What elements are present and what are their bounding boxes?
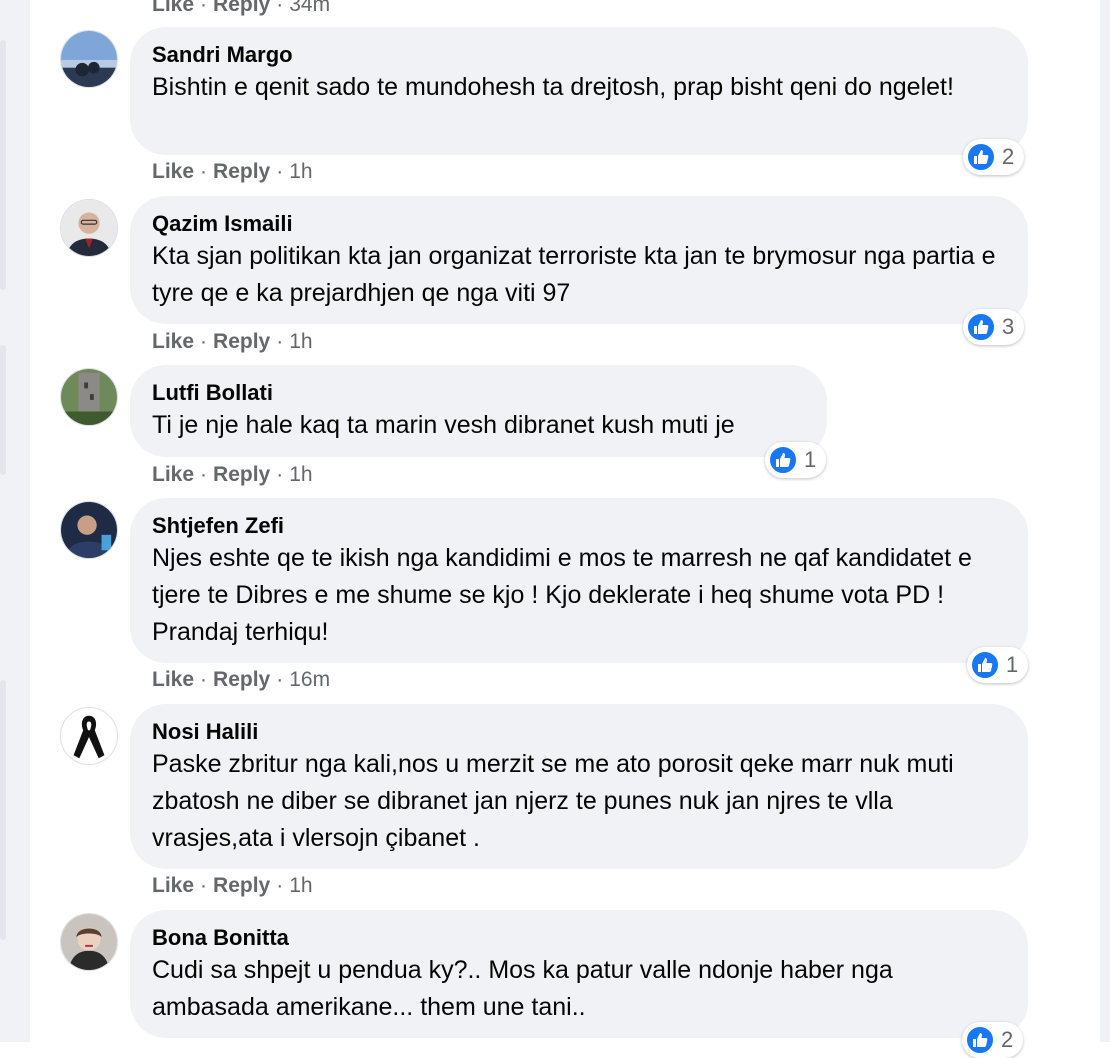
reaction-number: 1 <box>1006 652 1019 677</box>
reaction-count[interactable]: 1 <box>967 647 1029 683</box>
avatar[interactable] <box>60 707 118 765</box>
comment-actions: Like · Reply · 34m <box>152 0 330 18</box>
comment-author[interactable]: Sandri Margo <box>152 41 1006 69</box>
reaction-count[interactable]: 1 <box>765 442 827 478</box>
comment-text: Paske zbritur nga kali,nos u merzit se m… <box>152 750 961 852</box>
comment-bubble: Qazim Ismaili Kta sjan politikan kta jan… <box>130 196 1028 324</box>
reply-link[interactable]: Reply <box>213 668 270 691</box>
reply-link[interactable]: Reply <box>213 0 270 16</box>
comment-author[interactable]: Shtjefen Zefi <box>152 512 1006 540</box>
avatar[interactable] <box>60 501 118 559</box>
comment-bubble: Lutfi Bollati Ti je nje hale kaq ta mari… <box>130 365 827 457</box>
timestamp[interactable]: 16m <box>289 668 330 691</box>
like-link[interactable]: Like <box>152 160 194 183</box>
reply-link[interactable]: Reply <box>213 160 270 183</box>
comment-text: Ti je nje hale kaq ta marin vesh dibrane… <box>152 411 735 439</box>
left-edge-strip <box>0 40 6 290</box>
like-link[interactable]: Like <box>152 0 194 16</box>
comment-author[interactable]: Qazim Ismaili <box>152 210 1006 238</box>
comment-actions: Like · Reply · 1h <box>152 874 313 897</box>
left-edge-strip <box>0 680 6 940</box>
reaction-number: 2 <box>1002 144 1015 169</box>
avatar-photo <box>61 502 117 558</box>
reply-link[interactable]: Reply <box>213 874 270 897</box>
avatar[interactable] <box>60 199 118 257</box>
comment-actions: Like · Reply · 16m <box>152 668 331 691</box>
left-edge-strip <box>0 345 6 475</box>
like-link[interactable]: Like <box>152 668 194 691</box>
reaction-count[interactable]: 2 <box>963 139 1025 175</box>
avatar[interactable] <box>60 30 118 88</box>
comment-bubble: Bona Bonitta Cudi sa shpejt u pendua ky?… <box>130 910 1028 1038</box>
comment-bubble: Shtjefen Zefi Njes eshte qe te ikish nga… <box>130 498 1028 663</box>
comment-author[interactable]: Bona Bonitta <box>152 924 1006 952</box>
timestamp[interactable]: 1h <box>289 874 312 897</box>
black-ribbon-icon <box>61 708 117 764</box>
comment-bubble: Sandri Margo Bishtin e qenit sado te mun… <box>130 27 1028 155</box>
comment-text: Cudi sa shpejt u pendua ky?.. Mos ka pat… <box>152 956 900 1021</box>
like-link[interactable]: Like <box>152 330 194 353</box>
timestamp[interactable]: 34m <box>289 0 330 16</box>
comment-text: Bishtin e qenit sado te mundohesh ta dre… <box>152 73 954 101</box>
reaction-number: 1 <box>804 447 817 472</box>
comment-author[interactable]: Nosi Halili <box>152 718 1006 746</box>
reply-link[interactable]: Reply <box>213 463 270 486</box>
reaction-count[interactable]: 3 <box>963 309 1025 345</box>
like-thumb-icon <box>966 312 996 342</box>
comment-bubble: Nosi Halili Paske zbritur nga kali,nos u… <box>130 704 1028 869</box>
like-link[interactable]: Like <box>152 463 194 486</box>
comment-author[interactable]: Lutfi Bollati <box>152 379 805 407</box>
avatar[interactable] <box>60 913 118 971</box>
timestamp[interactable]: 1h <box>289 463 312 486</box>
comment-text: Njes eshte qe te ikish nga kandidimi e m… <box>152 544 979 646</box>
reaction-count[interactable]: 2 <box>962 1022 1024 1058</box>
reaction-number: 2 <box>1001 1027 1014 1052</box>
like-thumb-icon <box>768 445 798 475</box>
comment-actions: Like · Reply · 1h <box>152 330 313 353</box>
like-thumb-icon <box>966 142 996 172</box>
avatar-photo <box>61 200 117 256</box>
comment-actions: Like · Reply · 1h <box>152 463 313 486</box>
reaction-number: 3 <box>1002 314 1015 339</box>
avatar[interactable] <box>60 368 118 426</box>
like-thumb-icon <box>970 650 1000 680</box>
avatar-photo <box>61 369 117 425</box>
timestamp[interactable]: 1h <box>289 330 312 353</box>
like-link[interactable]: Like <box>152 874 194 897</box>
comment-actions: Like · Reply · 1h <box>152 160 313 183</box>
avatar-photo <box>61 31 117 87</box>
reply-link[interactable]: Reply <box>213 330 270 353</box>
comment-text: Kta sjan politikan kta jan organizat ter… <box>152 242 1003 307</box>
avatar-photo <box>61 914 117 970</box>
timestamp[interactable]: 1h <box>289 160 312 183</box>
like-thumb-icon <box>965 1025 995 1055</box>
